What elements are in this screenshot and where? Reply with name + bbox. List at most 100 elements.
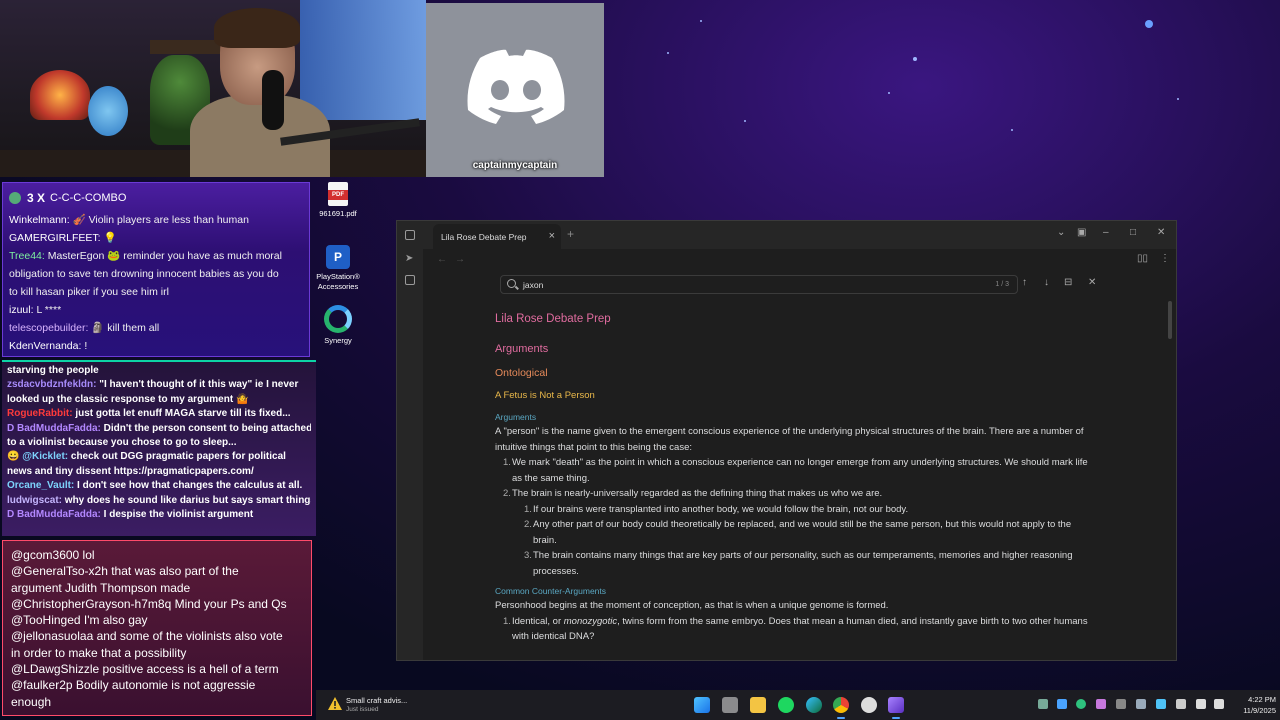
desktop-icon-pdf[interactable]: 961691.pdf	[308, 182, 368, 219]
webcam-feed	[0, 0, 426, 177]
chat-text: starving the people	[7, 365, 99, 376]
task-view-icon[interactable]	[722, 697, 738, 713]
tray-icon[interactable]	[1076, 699, 1086, 709]
chat-text: !	[84, 340, 88, 352]
list-item-text-a: Identical, or	[512, 615, 564, 627]
file-explorer-icon[interactable]	[750, 697, 766, 713]
combo-count: 3 X	[27, 191, 46, 205]
discord-icon	[467, 49, 565, 125]
tab-lila-rose-debate-prep[interactable]: Lila Rose Debate Prep ×	[433, 224, 561, 249]
heading-arguments-small: Arguments	[495, 412, 537, 422]
chat-text: news and tiny dissent https://pragmaticp…	[7, 465, 254, 477]
chat-text: L ****	[36, 304, 62, 316]
chat-message: @jellonasuolaa and some of the violinist…	[11, 629, 283, 644]
obsidian-icon[interactable]	[888, 697, 904, 713]
list-level-1: 1. We mark "death" as the point in which…	[495, 455, 1095, 502]
desktop-icon-playstation[interactable]: P PlayStation® Accessories	[308, 245, 368, 292]
windows-start-icon[interactable]	[694, 697, 710, 713]
edge-icon[interactable]	[806, 697, 822, 713]
chat-panel-bottom: @gcom3600 lol @GeneralTso-x2h that was al…	[2, 540, 312, 716]
chat-bottom-messages: @gcom3600 lol @GeneralTso-x2h that was al…	[11, 547, 303, 710]
chat-message: to a violinist because you chose to go t…	[7, 436, 311, 450]
files-icon[interactable]	[405, 275, 415, 285]
list-item: 1. If our brains were transplanted into …	[524, 502, 1095, 518]
steam-icon[interactable]	[1136, 699, 1146, 709]
tab-title: Lila Rose Debate Prep	[441, 232, 527, 242]
next-match-icon[interactable]: ↓	[1044, 277, 1049, 288]
list-level-2: 1. If our brains were transplanted into …	[495, 502, 1095, 580]
chat-text: to kill hasan piker if you see him irl	[9, 286, 169, 298]
close-search-icon[interactable]: ✕	[1088, 277, 1096, 288]
volume-icon[interactable]	[1214, 699, 1224, 709]
tray-icon[interactable]	[1057, 699, 1067, 709]
close-window-icon[interactable]: ✕	[1157, 227, 1165, 238]
select-all-icon[interactable]: ⊟	[1064, 277, 1072, 288]
chat-text: obligation to save ten drowning innocent…	[9, 268, 279, 280]
webcam-microphone	[262, 70, 284, 130]
combo-label: C-C-C-COMBO	[50, 192, 127, 204]
tray-icon[interactable]	[1038, 699, 1048, 709]
weather-warning-icon[interactable]	[327, 696, 343, 712]
obs-icon[interactable]	[861, 697, 877, 713]
minimize-icon[interactable]: –	[1103, 227, 1109, 238]
discord-username: captainmycaptain	[472, 160, 558, 171]
chat-text: 🎻 Violin players are less than human	[72, 214, 249, 226]
list-item-text: The brain contains many things that are …	[533, 550, 1073, 577]
weather-alert-title[interactable]: Small craft advis...	[346, 696, 407, 705]
maximize-icon[interactable]: □	[1130, 227, 1136, 238]
back-arrow-icon[interactable]: ←	[437, 254, 447, 265]
previous-match-icon[interactable]: ↑	[1022, 277, 1027, 288]
tray-icon[interactable]	[1116, 699, 1126, 709]
list-item: 2. The brain is nearly-universally regar…	[503, 486, 1095, 502]
split-view-icon[interactable]: ▣	[1077, 227, 1086, 238]
chrome-icon[interactable]	[833, 697, 849, 713]
list-item-text: Any other part of our body could theoret…	[533, 519, 1072, 546]
chat-username: D BadMuddaFadda:	[7, 509, 101, 521]
spotify-icon[interactable]	[778, 697, 794, 713]
list-item: 1. We mark "death" as the point in which…	[503, 455, 1095, 486]
close-tab-icon[interactable]: ×	[549, 230, 555, 242]
network-icon[interactable]	[1196, 699, 1206, 709]
chat-username: RogueRabbit:	[7, 408, 73, 420]
tray-icon[interactable]	[1096, 699, 1106, 709]
chat-message: @TooHinged I'm also gay	[11, 613, 148, 628]
pdf-icon	[328, 182, 348, 206]
chat-text: 🗿 kill them all	[91, 322, 160, 334]
tray-icon[interactable]	[1176, 699, 1186, 709]
tray-icon[interactable]	[1156, 699, 1166, 709]
star	[744, 120, 746, 122]
chat-text: Didn't the person consent to being attac…	[103, 422, 311, 434]
chat-message: starving the people	[7, 364, 311, 378]
scrollbar-thumb[interactable]	[1168, 301, 1172, 339]
chat-top-messages: Winkelmann: 🎻 Violin players are less th…	[9, 211, 303, 355]
search-field[interactable]: jaxon 1 / 3	[500, 275, 1018, 294]
chat-message: obligation to save ten drowning innocent…	[9, 265, 303, 283]
webcam-lamp	[30, 70, 90, 120]
chat-username: Winkelmann:	[9, 214, 70, 226]
obsidian-window: Lila Rose Debate Prep × + ⌄ ▣ – □ ✕ ➤ ← …	[396, 220, 1177, 661]
chat-text: "I haven't thought of it this way" ie I …	[99, 379, 299, 391]
chat-username: Tree44:	[9, 250, 45, 262]
star	[888, 92, 890, 94]
chevron-down-icon[interactable]: ⌄	[1057, 227, 1065, 238]
sidebar-toggle-icon[interactable]	[405, 230, 415, 240]
chat-message: news and tiny dissent https://pragmaticp…	[7, 465, 311, 479]
heading-fetus-not-person: A Fetus is Not a Person	[495, 390, 595, 401]
chat-message: in order to make that a possibility	[11, 645, 187, 660]
new-tab-icon[interactable]: +	[567, 227, 574, 241]
forward-arrow-icon[interactable]: →	[455, 254, 465, 265]
desktop-icon-synergy[interactable]: Synergy	[308, 305, 368, 346]
more-options-icon[interactable]: ⋮	[1160, 253, 1170, 264]
chat-message: KdenVernanda: !	[9, 337, 303, 355]
send-icon[interactable]: ➤	[405, 253, 413, 264]
chat-panel-middle: starving the people zsdacvbdznfekldn: "I …	[2, 360, 316, 536]
list-number: 3.	[524, 550, 532, 561]
synergy-icon	[324, 305, 352, 333]
chat-username: D BadMuddaFadda:	[7, 422, 101, 434]
playstation-icon: P	[326, 245, 350, 269]
reading-view-icon[interactable]: ▯▯	[1137, 253, 1148, 264]
search-input[interactable]: jaxon	[523, 280, 543, 290]
clock-time[interactable]: 4:22 PM	[1240, 695, 1276, 704]
clock-date[interactable]: 11/9/2025	[1234, 706, 1276, 715]
search-match-count: 1 / 3	[995, 281, 1009, 288]
